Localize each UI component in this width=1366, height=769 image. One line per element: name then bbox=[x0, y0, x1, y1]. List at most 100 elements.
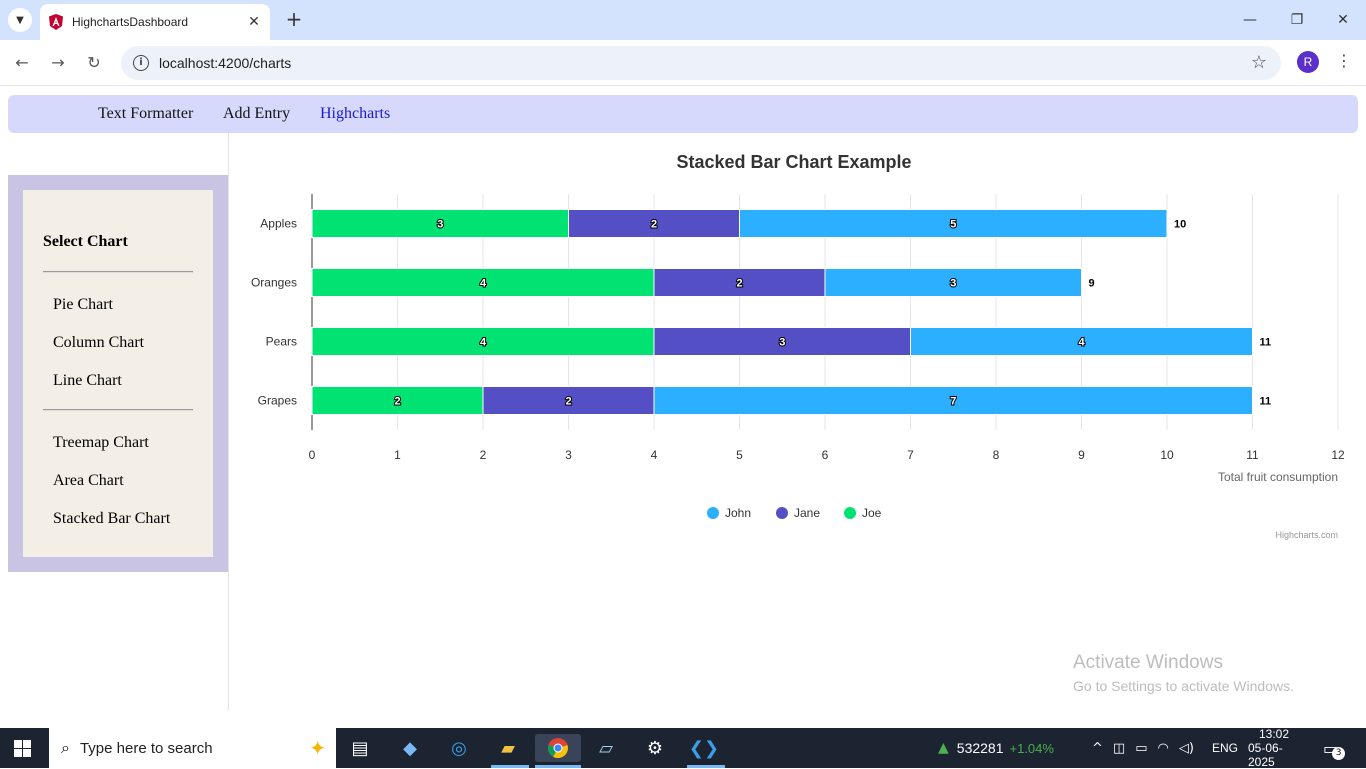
close-window-icon[interactable]: ✕ bbox=[1331, 8, 1355, 32]
tab-title: HighchartsDashboard bbox=[72, 15, 189, 29]
category-label: Grapes bbox=[258, 394, 297, 408]
browser-menu-icon[interactable]: ⋮ bbox=[1336, 51, 1352, 70]
sidebar: Select Chart Pie Chart Column Chart Line… bbox=[8, 175, 228, 572]
x-tick-label: 11 bbox=[1246, 448, 1259, 462]
sidebar-item-area-chart[interactable]: Area Chart bbox=[53, 472, 124, 490]
data-label: 2 bbox=[565, 396, 571, 408]
bookmark-star-icon[interactable]: ☆ bbox=[1251, 52, 1267, 73]
restore-icon[interactable]: ❐ bbox=[1285, 8, 1309, 32]
data-label: 2 bbox=[651, 219, 657, 231]
watermark-line-2: Go to Settings to activate Windows. bbox=[1073, 678, 1294, 694]
stock-change: +1.04% bbox=[1009, 740, 1054, 756]
sidebar-item-treemap-chart[interactable]: Treemap Chart bbox=[53, 434, 149, 452]
address-bar[interactable]: i localhost:4200/charts ☆ bbox=[121, 46, 1281, 80]
stacked-bar-chart: Stacked Bar Chart Example0 1 2 3 4 5 6 7 8 9 10 11 1… bbox=[251, 152, 1345, 540]
stack-total-label: 11 bbox=[1260, 337, 1272, 349]
legend-marker bbox=[776, 507, 788, 519]
data-label: 3 bbox=[437, 219, 443, 231]
clock-time: 13:02 bbox=[1258, 727, 1290, 741]
system-tray-icons[interactable]: ^ ◫ ▭ ◠ ◁) bbox=[1092, 728, 1194, 768]
nav-text-formatter[interactable]: Text Formatter bbox=[98, 105, 193, 123]
windows-taskbar: ⌕ Type here to search ✦ ▤ ◆ ◎ ▰ ▱ ⚙ ❮❯ ▲… bbox=[0, 727, 1366, 769]
content-divider bbox=[228, 133, 229, 710]
task-view-icon[interactable]: ▤ bbox=[343, 734, 377, 762]
x-tick-label: 5 bbox=[736, 448, 743, 462]
x-tick-label: 8 bbox=[993, 448, 1000, 462]
data-label: 2 bbox=[736, 278, 742, 290]
taskbar-search-box[interactable]: ⌕ Type here to search ✦ bbox=[49, 728, 336, 768]
sidebar-item-pie-chart[interactable]: Pie Chart bbox=[53, 296, 113, 314]
settings-gear-icon[interactable]: ⚙ bbox=[638, 734, 672, 762]
x-tick-label: 9 bbox=[1078, 448, 1085, 462]
copilot-sparkle-icon: ✦ bbox=[309, 736, 326, 760]
sidebar-divider bbox=[43, 271, 193, 273]
x-tick-label: 7 bbox=[907, 448, 914, 462]
legend-item: John bbox=[725, 506, 751, 520]
chrome-logo-icon bbox=[548, 738, 568, 759]
legend-marker bbox=[707, 507, 719, 519]
notification-icon[interactable]: ▭ 3 bbox=[1323, 728, 1346, 768]
category-label: Apples bbox=[260, 217, 297, 231]
chevron-up-icon[interactable]: ^ bbox=[1092, 741, 1103, 756]
vscode-icon[interactable]: ❮❯ bbox=[687, 734, 721, 762]
language-indicator[interactable]: ENG bbox=[1212, 728, 1238, 768]
sidebar-panel: Select Chart Pie Chart Column Chart Line… bbox=[23, 190, 213, 557]
data-label: 4 bbox=[1078, 337, 1085, 349]
tab-close-icon[interactable]: ✕ bbox=[246, 14, 262, 30]
data-label: 7 bbox=[950, 396, 956, 408]
volume-icon[interactable]: ◁) bbox=[1179, 741, 1194, 756]
minimize-icon[interactable]: — bbox=[1238, 8, 1262, 32]
meet-now-icon[interactable]: ◫ bbox=[1113, 741, 1125, 756]
chart-title: Stacked Bar Chart Example bbox=[676, 152, 911, 172]
nav-add-entry[interactable]: Add Entry bbox=[223, 105, 290, 123]
stack-total-label: 9 bbox=[1089, 278, 1095, 290]
site-info-icon[interactable]: i bbox=[133, 55, 149, 71]
url-text[interactable]: localhost:4200/charts bbox=[159, 55, 291, 71]
battery-icon[interactable]: ▭ bbox=[1135, 741, 1147, 756]
angular-logo-icon bbox=[49, 14, 63, 30]
x-tick-label: 4 bbox=[651, 448, 658, 462]
forward-icon[interactable]: → bbox=[46, 51, 70, 75]
notepad-icon[interactable]: ▱ bbox=[589, 734, 623, 762]
new-tab-icon[interactable]: + bbox=[282, 8, 306, 32]
x-tick-label: 1 bbox=[394, 448, 401, 462]
sidebar-item-stacked-bar-chart[interactable]: Stacked Bar Chart bbox=[53, 510, 170, 528]
windows-start-icon[interactable] bbox=[14, 740, 31, 757]
data-label: 4 bbox=[480, 337, 487, 349]
data-label: 5 bbox=[950, 219, 956, 231]
search-icon: ⌕ bbox=[61, 738, 70, 757]
reload-icon[interactable]: ↻ bbox=[82, 51, 106, 75]
sidebar-divider bbox=[43, 409, 193, 411]
category-label: Pears bbox=[266, 335, 297, 349]
legend-item: Jane bbox=[794, 506, 820, 520]
x-tick-label: 10 bbox=[1160, 448, 1174, 462]
stock-widget[interactable]: ▲ 532281 +1.04% bbox=[938, 728, 1054, 768]
copilot-icon[interactable]: ◆ bbox=[393, 734, 427, 762]
sidebar-item-column-chart[interactable]: Column Chart bbox=[53, 334, 144, 352]
stock-value: 532281 bbox=[956, 740, 1004, 756]
browser-tab-bar: ▼ HighchartsDashboard ✕ + — ❐ ✕ bbox=[0, 0, 1366, 40]
legend-item: Joe bbox=[862, 506, 882, 520]
notification-count: 3 bbox=[1332, 746, 1346, 760]
edge-icon[interactable]: ◎ bbox=[442, 734, 476, 762]
x-tick-label: 2 bbox=[480, 448, 487, 462]
x-tick-label: 6 bbox=[822, 448, 829, 462]
tab-search-icon[interactable]: ▼ bbox=[8, 8, 32, 32]
clock[interactable]: 13:02 05-06-2025 bbox=[1248, 727, 1300, 769]
chart-credits: Highcharts.com bbox=[1275, 530, 1338, 540]
stock-trend-icon: ▲ bbox=[938, 740, 949, 756]
sidebar-item-line-chart[interactable]: Line Chart bbox=[53, 372, 122, 390]
nav-highcharts[interactable]: Highcharts bbox=[320, 105, 390, 123]
wifi-icon[interactable]: ◠ bbox=[1158, 741, 1169, 756]
profile-avatar[interactable]: R bbox=[1297, 51, 1319, 73]
browser-tab[interactable]: HighchartsDashboard ✕ bbox=[40, 4, 270, 40]
data-label: 3 bbox=[779, 337, 785, 349]
back-icon[interactable]: ← bbox=[10, 51, 34, 75]
x-tick-label: 12 bbox=[1331, 448, 1345, 462]
x-axis-title: Total fruit consumption bbox=[1218, 470, 1338, 484]
data-label: 4 bbox=[480, 278, 487, 290]
file-explorer-icon[interactable]: ▰ bbox=[491, 734, 525, 762]
chrome-icon[interactable] bbox=[535, 734, 581, 762]
clock-date: 05-06-2025 bbox=[1248, 741, 1283, 769]
legend-marker bbox=[844, 507, 856, 519]
